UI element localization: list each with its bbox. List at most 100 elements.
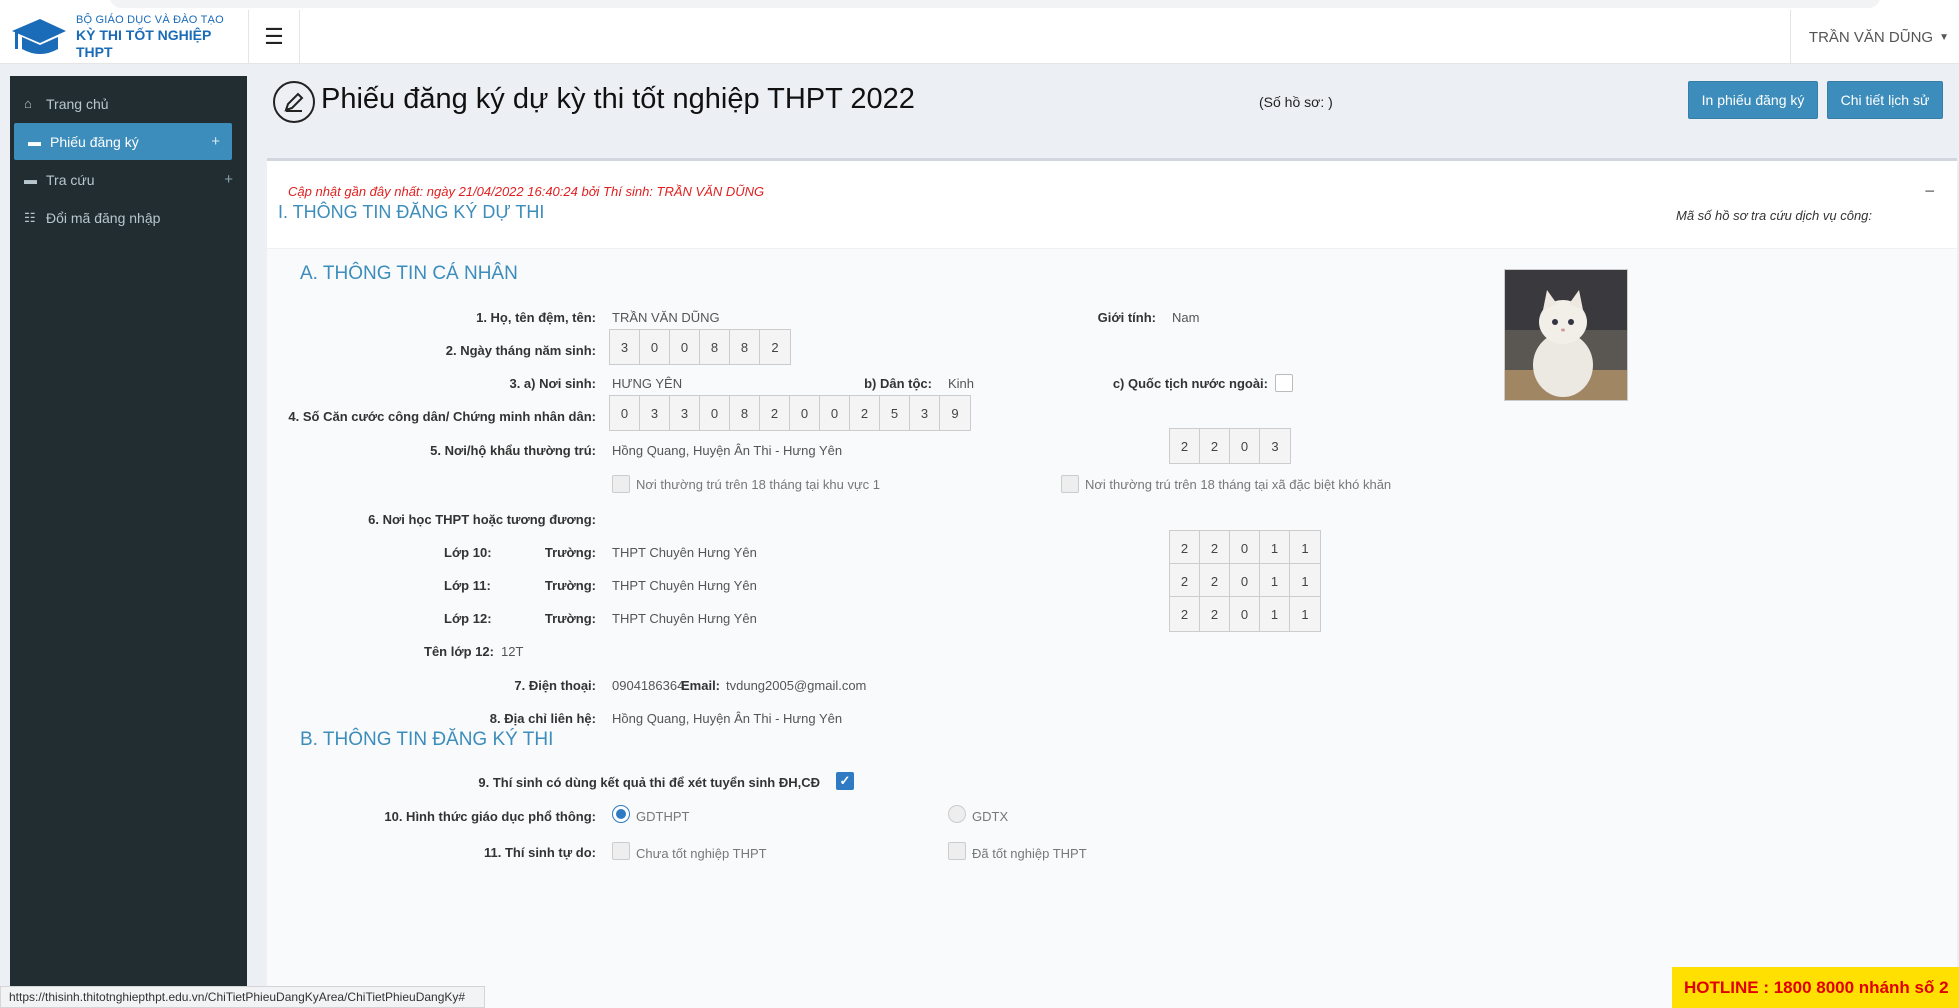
- subsection-b-title: B. THÔNG TIN ĐĂNG KÝ THI: [300, 729, 554, 750]
- caret-down-icon: ▼: [1939, 31, 1949, 43]
- menu-toggle-icon[interactable]: ☰: [248, 10, 300, 64]
- plus-icon: +: [224, 171, 233, 188]
- grade10-label: Lớp 10:: [444, 545, 492, 560]
- digit-cell: 0: [1230, 429, 1260, 463]
- digit-cell: 2: [850, 396, 880, 430]
- id-digits: 0 3 3 0 8 2 0 0 2 5 3 9: [609, 395, 971, 431]
- file-number: (Số hồ sơ: ): [1259, 94, 1333, 110]
- digit-cell: 0: [1230, 564, 1260, 598]
- q10-label: 10. Hình thức giáo dục phổ thông:: [384, 809, 596, 824]
- digit-cell: 2: [760, 330, 790, 364]
- kv1-checkbox[interactable]: [612, 475, 630, 493]
- digit-cell: 2: [760, 396, 790, 430]
- digit-cell: 2: [1170, 531, 1200, 565]
- list-icon: ☷: [24, 209, 36, 225]
- class12-value: 12T: [501, 644, 524, 659]
- not-graduated-label: Chưa tốt nghiệp THPT: [636, 846, 767, 861]
- digit-cell: 8: [730, 396, 760, 430]
- user-menu[interactable]: TRẦN VĂN DŨNG ▼: [1789, 10, 1959, 64]
- q11-label: 11. Thí sinh tự do:: [484, 845, 596, 860]
- grade11-school-label: Trường:: [544, 578, 596, 593]
- candidate-photo: [1504, 269, 1628, 401]
- grade11-label: Lớp 11:: [444, 578, 491, 593]
- digit-cell: 0: [790, 396, 820, 430]
- digit-cell: 0: [1230, 597, 1260, 631]
- digit-cell: 9: [940, 396, 970, 430]
- registration-box: Cập nhật gần đây nhất: ngày 21/04/2022 1…: [267, 158, 1957, 1008]
- dbkk-checkbox[interactable]: [1061, 475, 1079, 493]
- collapse-icon[interactable]: −: [1924, 181, 1935, 202]
- logo-line2: KỲ THI TỐT NGHIỆP THPT: [76, 26, 212, 60]
- digit-cell: 5: [880, 396, 910, 430]
- q9-label: 9. Thí sinh có dùng kết quả thi để xét t…: [478, 775, 820, 790]
- grade10-school-label: Trường:: [544, 545, 596, 560]
- digit-cell: 8: [730, 330, 760, 364]
- digit-cell: 0: [670, 330, 700, 364]
- phone-value: 0904186364: [612, 678, 685, 693]
- topbar: BỘ GIÁO DỤC VÀ ĐÀO TẠO KỲ THI TỐT NGHIỆP…: [0, 10, 1959, 64]
- graduated-label: Đã tốt nghiệp THPT: [972, 846, 1087, 861]
- gender-label: Giới tính:: [1097, 310, 1156, 325]
- logo[interactable]: BỘ GIÁO DỤC VÀ ĐÀO TẠO KỲ THI TỐT NGHIỆP…: [0, 10, 247, 64]
- print-button[interactable]: In phiếu đăng ký: [1688, 81, 1818, 119]
- digit-cell: 1: [1260, 564, 1290, 598]
- home-icon: ⌂: [24, 96, 32, 111]
- subsection-a-title: A. THÔNG TIN CÁ NHÂN: [300, 263, 518, 284]
- kv1-label: Nơi thường trú trên 18 tháng tại khu vực…: [636, 477, 881, 492]
- address-bar[interactable]: [110, 0, 1880, 8]
- sidebar-item-change-password[interactable]: ☷ Đổi mã đăng nhập: [10, 199, 247, 236]
- not-graduated-checkbox[interactable]: [612, 842, 630, 860]
- graduated-checkbox[interactable]: [948, 842, 966, 860]
- gdtx-radio[interactable]: [948, 805, 966, 823]
- sidebar-item-home[interactable]: ⌂ Trang chủ: [10, 85, 247, 122]
- gdthpt-radio[interactable]: [612, 805, 630, 823]
- digit-cell: 2: [1170, 429, 1200, 463]
- ethnic-label: b) Dân tộc:: [864, 376, 932, 391]
- sidebar: ⌂ Trang chủ ▬ Phiếu đăng ký + ▬ Tra cứu …: [10, 76, 247, 986]
- class12-label: Tên lớp 12:: [424, 644, 494, 659]
- foreign-nationality-checkbox[interactable]: [1275, 374, 1293, 392]
- logo-line1: BỘ GIÁO DỤC VÀ ĐÀO TẠO: [76, 13, 224, 26]
- sidebar-item-label: Trang chủ: [46, 95, 109, 112]
- digit-cell: 3: [910, 396, 940, 430]
- digit-cell: 2: [1200, 564, 1230, 598]
- digit-cell: 0: [1230, 531, 1260, 565]
- digit-cell: 1: [1260, 597, 1290, 631]
- grade12-school: THPT Chuyên Hưng Yên: [612, 611, 757, 626]
- grade11-code: 2 2 0 1 1: [1169, 563, 1321, 599]
- folder-icon: ▬: [28, 134, 41, 149]
- digit-cell: 1: [1290, 597, 1320, 631]
- gdthpt-label: GDTHPT: [636, 809, 690, 824]
- page-title: Phiếu đăng ký dự kỳ thi tốt nghiệp THPT …: [321, 83, 915, 115]
- sidebar-item-lookup[interactable]: ▬ Tra cứu +: [10, 161, 247, 198]
- q9-checkbox[interactable]: ✓: [836, 772, 854, 790]
- email-value: tvdung2005@gmail.com: [726, 678, 867, 693]
- foreign-nationality-label: c) Quốc tịch nước ngoài:: [1112, 376, 1268, 391]
- edit-icon: [273, 81, 315, 123]
- grade12-school-label: Trường:: [544, 611, 596, 626]
- ethnic-value: Kinh: [948, 376, 975, 391]
- digit-cell: 0: [820, 396, 850, 430]
- browser-strip: [0, 0, 1959, 10]
- dob-digits: 3 0 0 8 8 2: [609, 329, 791, 365]
- dob-label: 2. Ngày tháng năm sinh:: [445, 343, 596, 358]
- plus-icon: +: [211, 133, 220, 150]
- name-value: TRẦN VĂN DŨNG: [612, 310, 720, 325]
- gender-value: Nam: [1172, 310, 1200, 325]
- residence-code: 2 2 0 3: [1169, 428, 1291, 464]
- digit-cell: 2: [1200, 597, 1230, 631]
- school-label: 6. Nơi học THPT hoặc tương đương:: [368, 512, 596, 527]
- digit-cell: 3: [1260, 429, 1290, 463]
- box-header: Cập nhật gần đây nhất: ngày 21/04/2022 1…: [267, 161, 1957, 249]
- name-label: 1. Họ, tên đệm, tên:: [476, 310, 596, 325]
- id-label: 4. Số Căn cước công dân/ Chứng minh nhân…: [288, 409, 596, 424]
- hotline-banner[interactable]: HOTLINE : 1800 8000 nhánh số 2: [1672, 967, 1959, 1008]
- address-value: Hồng Quang, Huyện Ân Thi - Hưng Yên: [612, 711, 843, 726]
- page-header: Phiếu đăng ký dự kỳ thi tốt nghiệp THPT …: [247, 64, 1959, 138]
- sidebar-item-registration[interactable]: ▬ Phiếu đăng ký +: [14, 123, 232, 160]
- digit-cell: 2: [1170, 597, 1200, 631]
- digit-cell: 1: [1260, 531, 1290, 565]
- email-label: Email:: [681, 678, 721, 693]
- history-button[interactable]: Chi tiết lịch sử: [1827, 81, 1943, 119]
- digit-cell: 3: [670, 396, 700, 430]
